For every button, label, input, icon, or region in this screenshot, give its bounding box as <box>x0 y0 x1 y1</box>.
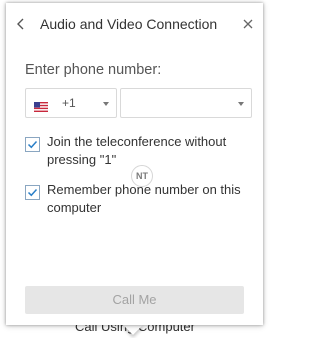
join-without-pressing-1-label: Join the teleconference without pressing… <box>47 134 227 167</box>
checkmark-icon <box>27 140 38 149</box>
chevron-down-icon <box>103 102 109 106</box>
remember-phone-number-option[interactable]: Remember phone number on this computer <box>25 181 257 219</box>
remember-phone-number-label: Remember phone number on this computer <box>47 182 241 215</box>
remember-phone-number-checkbox[interactable] <box>25 185 40 200</box>
country-code-select[interactable]: +1 <box>25 88 117 118</box>
close-icon[interactable] <box>240 15 256 33</box>
country-code-value: +1 <box>62 96 76 110</box>
join-without-pressing-1-checkbox[interactable] <box>25 137 40 152</box>
audio-video-dialog: Audio and Video Connection Enter phone n… <box>6 3 263 325</box>
phone-number-prompt: Enter phone number: <box>25 62 162 78</box>
chevron-left-icon[interactable] <box>14 15 28 33</box>
dialog-title: Audio and Video Connection <box>40 16 218 32</box>
checkmark-icon <box>27 188 38 197</box>
us-flag-icon <box>34 99 48 112</box>
call-me-button[interactable]: Call Me <box>25 286 244 314</box>
phone-number-select[interactable] <box>120 88 252 118</box>
chevron-down-icon <box>238 102 244 106</box>
